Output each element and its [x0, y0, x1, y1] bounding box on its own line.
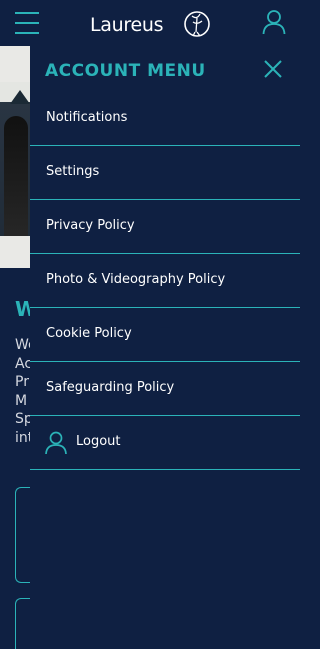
close-icon[interactable]	[263, 59, 283, 79]
account-menu-drawer: ACCOUNT MENU Notifications Settings Priv…	[30, 46, 300, 649]
menu-item-label: Logout	[76, 434, 121, 449]
menu-item-label: Privacy Policy	[46, 218, 135, 233]
menu-item-label: Notifications	[46, 110, 128, 125]
menu-item-notifications[interactable]: Notifications	[30, 92, 300, 146]
page: Laureus W We Ac Pr M Sp int ACCOUNT MENU…	[0, 0, 300, 649]
menu-item-safeguarding-policy[interactable]: Safeguarding Policy	[30, 362, 300, 416]
hamburger-icon[interactable]	[15, 12, 39, 34]
menu-item-logout[interactable]: Logout	[30, 416, 300, 470]
menu-item-label: Cookie Policy	[46, 326, 132, 341]
drawer-title: ACCOUNT MENU	[45, 61, 206, 81]
top-header: Laureus	[0, 0, 300, 46]
user-icon[interactable]	[262, 9, 286, 35]
menu-item-label: Photo & Videography Policy	[46, 272, 226, 287]
menu-item-label: Settings	[46, 164, 100, 179]
svg-text:Laureus: Laureus	[90, 14, 163, 36]
laureus-logo[interactable]: Laureus	[88, 8, 212, 40]
menu-item-label: Safeguarding Policy	[46, 380, 175, 395]
user-icon	[45, 431, 67, 455]
account-menu-list: Notifications Settings Privacy Policy Ph…	[30, 92, 300, 470]
menu-item-photo-videography-policy[interactable]: Photo & Videography Policy	[30, 254, 300, 308]
menu-item-settings[interactable]: Settings	[30, 146, 300, 200]
drawer-header: ACCOUNT MENU	[30, 46, 300, 92]
menu-item-privacy-policy[interactable]: Privacy Policy	[30, 200, 300, 254]
menu-item-cookie-policy[interactable]: Cookie Policy	[30, 308, 300, 362]
